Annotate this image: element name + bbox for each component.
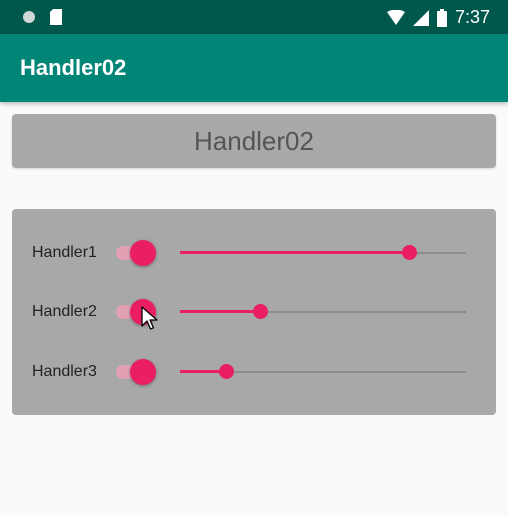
handlers-panel: Handler1 Handler2 Handler3 bbox=[12, 209, 496, 415]
slider-thumb[interactable] bbox=[219, 364, 234, 379]
handler02-button[interactable]: Handler02 bbox=[12, 114, 496, 168]
handler-row-1: Handler1 bbox=[12, 233, 496, 273]
handler3-switch[interactable] bbox=[116, 357, 160, 387]
handler2-slider[interactable] bbox=[180, 292, 466, 332]
app-bar: Handler02 bbox=[0, 34, 508, 102]
slider-thumb[interactable] bbox=[402, 245, 417, 260]
handler3-slider[interactable] bbox=[180, 352, 466, 392]
slider-fill bbox=[180, 251, 409, 254]
signal-icon bbox=[412, 9, 429, 26]
handler1-slider[interactable] bbox=[180, 233, 466, 273]
battery-icon bbox=[436, 8, 447, 27]
handler2-label: Handler2 bbox=[32, 303, 97, 320]
handler1-switch[interactable] bbox=[116, 238, 160, 268]
handler3-label: Handler3 bbox=[32, 363, 97, 380]
status-time: 7:37 bbox=[454, 7, 490, 27]
wifi-icon bbox=[386, 9, 405, 25]
switch-thumb bbox=[130, 359, 156, 385]
app-title: Handler02 bbox=[20, 55, 127, 80]
slider-thumb[interactable] bbox=[253, 304, 268, 319]
handler-row-2: Handler2 bbox=[12, 292, 496, 332]
switch-thumb bbox=[130, 240, 156, 266]
slider-fill bbox=[180, 310, 260, 313]
handler-row-3: Handler3 bbox=[12, 352, 496, 392]
circle-icon bbox=[23, 11, 35, 23]
mouse-cursor-icon bbox=[141, 306, 158, 330]
sd-card-icon bbox=[50, 9, 62, 25]
status-bar: 7:37 bbox=[0, 0, 508, 34]
handler1-label: Handler1 bbox=[32, 244, 97, 261]
